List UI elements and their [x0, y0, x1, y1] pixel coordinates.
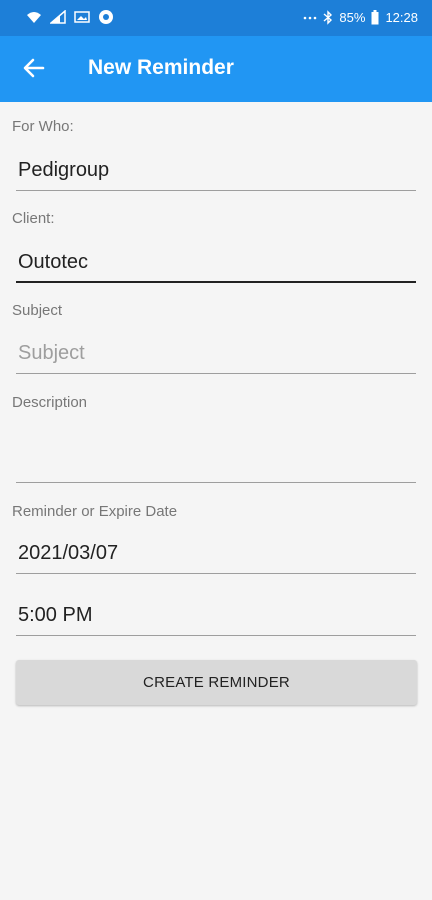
create-reminder-button[interactable]: CREATE REMINDER	[16, 660, 417, 705]
more-icon	[303, 15, 317, 21]
for-who-label: For Who:	[12, 118, 74, 135]
app-bar: New Reminder	[0, 36, 432, 102]
battery-percent: 85%	[339, 10, 366, 25]
status-bar: 85% 12:28	[0, 0, 432, 36]
clock: 12:28	[385, 10, 418, 25]
for-who-field[interactable]	[16, 151, 416, 191]
subject-field[interactable]	[16, 334, 416, 374]
client-field[interactable]	[16, 243, 416, 283]
image-icon	[74, 10, 90, 24]
description-field[interactable]	[16, 425, 416, 483]
reminder-date-label: Reminder or Expire Date	[12, 503, 178, 520]
client-label: Client:	[12, 210, 55, 227]
signal-icon	[50, 10, 66, 24]
battery-icon	[371, 10, 379, 25]
status-bar-left	[26, 9, 114, 25]
time-field[interactable]	[16, 596, 416, 636]
page-title: New Reminder	[88, 56, 234, 79]
arrow-back-icon	[23, 57, 45, 84]
chrome-icon	[98, 9, 114, 25]
subject-label: Subject	[12, 302, 63, 319]
description-label: Description	[12, 394, 88, 411]
status-bar-right: 85% 12:28	[303, 10, 418, 25]
back-button[interactable]	[18, 54, 50, 86]
wifi-icon	[26, 10, 42, 24]
bluetooth-icon	[323, 10, 333, 25]
date-field[interactable]	[16, 534, 416, 574]
